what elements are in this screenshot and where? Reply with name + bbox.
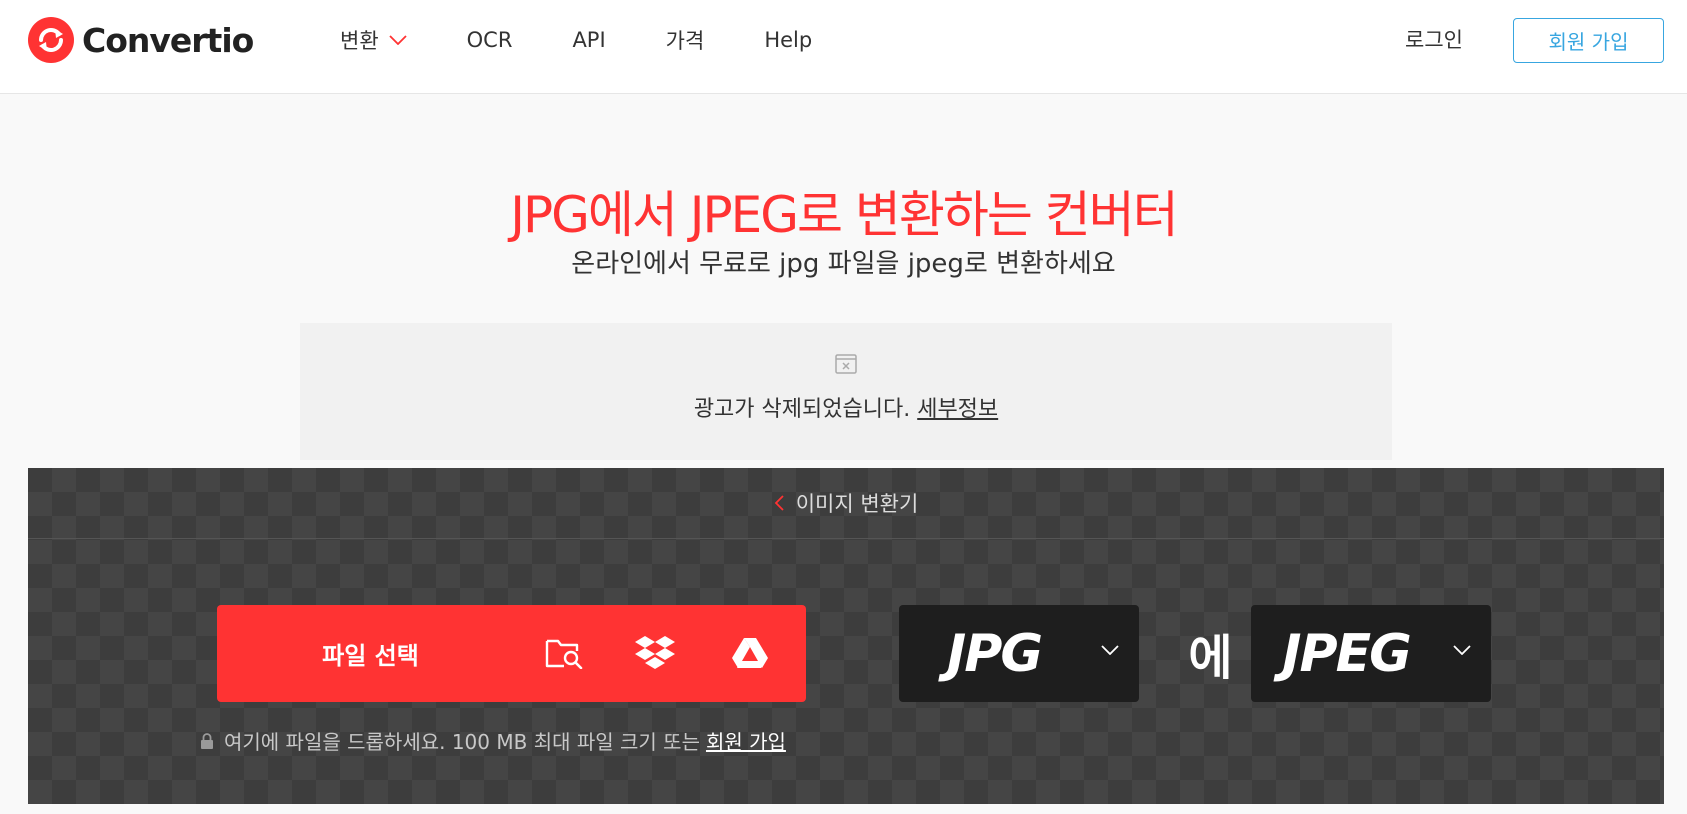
drop-files-note: 여기에 파일을 드롭하세요. 100 MB 최대 파일 크기 또는 회원 가입: [200, 726, 786, 755]
folder-search-icon[interactable]: [544, 633, 584, 673]
signup-button[interactable]: 회원 가입: [1513, 18, 1664, 63]
chevron-down-icon: [1101, 645, 1119, 655]
ad-removed-text: 광고가 삭제되었습니다. 세부정보: [300, 391, 1392, 423]
converter-panel-header: 이미지 변환기: [28, 468, 1664, 539]
chevron-down-icon: [389, 35, 407, 45]
format-separator: 에: [1188, 630, 1233, 686]
nav-convert[interactable]: 변환: [340, 25, 407, 55]
dropbox-icon[interactable]: [635, 633, 675, 673]
brand-name: Convertio: [82, 20, 254, 60]
ad-removed-message: 광고가 삭제되었습니다.: [693, 397, 911, 422]
nav-convert-label: 변환: [340, 29, 379, 53]
source-format-select[interactable]: JPG: [899, 605, 1139, 702]
target-format-select[interactable]: JPEG: [1251, 605, 1491, 702]
choose-files-button[interactable]: 파일 선택: [217, 605, 524, 702]
chevron-down-icon: [1453, 645, 1471, 655]
page-subtitle: 온라인에서 무료로 jpg 파일을 jpeg로 변환하세요: [571, 249, 1116, 279]
upload-bar: 파일 선택: [217, 605, 806, 702]
ad-details-link[interactable]: 세부정보: [917, 397, 998, 422]
google-drive-icon[interactable]: [730, 633, 770, 673]
top-header: Convertio 변환 OCR API 가격 Help 로그인 회원 가입: [0, 0, 1687, 94]
converter-panel: 이미지 변환기 파일 선택 여기에 파일을 드롭하세요. 100 MB 최대 파…: [28, 468, 1664, 804]
lock-icon: [200, 732, 214, 749]
nav-help[interactable]: Help: [764, 28, 812, 52]
drop-files-text: 여기에 파일을 드롭하세요. 100 MB 최대 파일 크기 또는: [224, 730, 700, 754]
target-format-label: JPEG: [1282, 623, 1412, 684]
back-to-image-converter[interactable]: 이미지 변환기: [774, 488, 919, 518]
convertio-logo-icon: [28, 17, 74, 63]
chevron-left-icon: [774, 495, 784, 511]
login-link[interactable]: 로그인: [1405, 24, 1463, 54]
nav-api[interactable]: API: [572, 28, 605, 52]
ad-removed-box: 광고가 삭제되었습니다. 세부정보: [300, 323, 1392, 460]
ad-removed-icon: [835, 354, 857, 378]
main-nav: 변환 OCR API 가격 Help: [340, 22, 872, 58]
back-link-label: 이미지 변환기: [795, 492, 919, 516]
source-format-label: JPG: [946, 623, 1043, 684]
nav-pricing[interactable]: 가격: [666, 25, 705, 55]
nav-ocr[interactable]: OCR: [467, 28, 513, 52]
brand-logo[interactable]: Convertio: [28, 17, 254, 63]
drop-signup-link[interactable]: 회원 가입: [706, 726, 786, 755]
page-title: JPG에서 JPEG로 변환하는 컨버터: [510, 186, 1179, 244]
